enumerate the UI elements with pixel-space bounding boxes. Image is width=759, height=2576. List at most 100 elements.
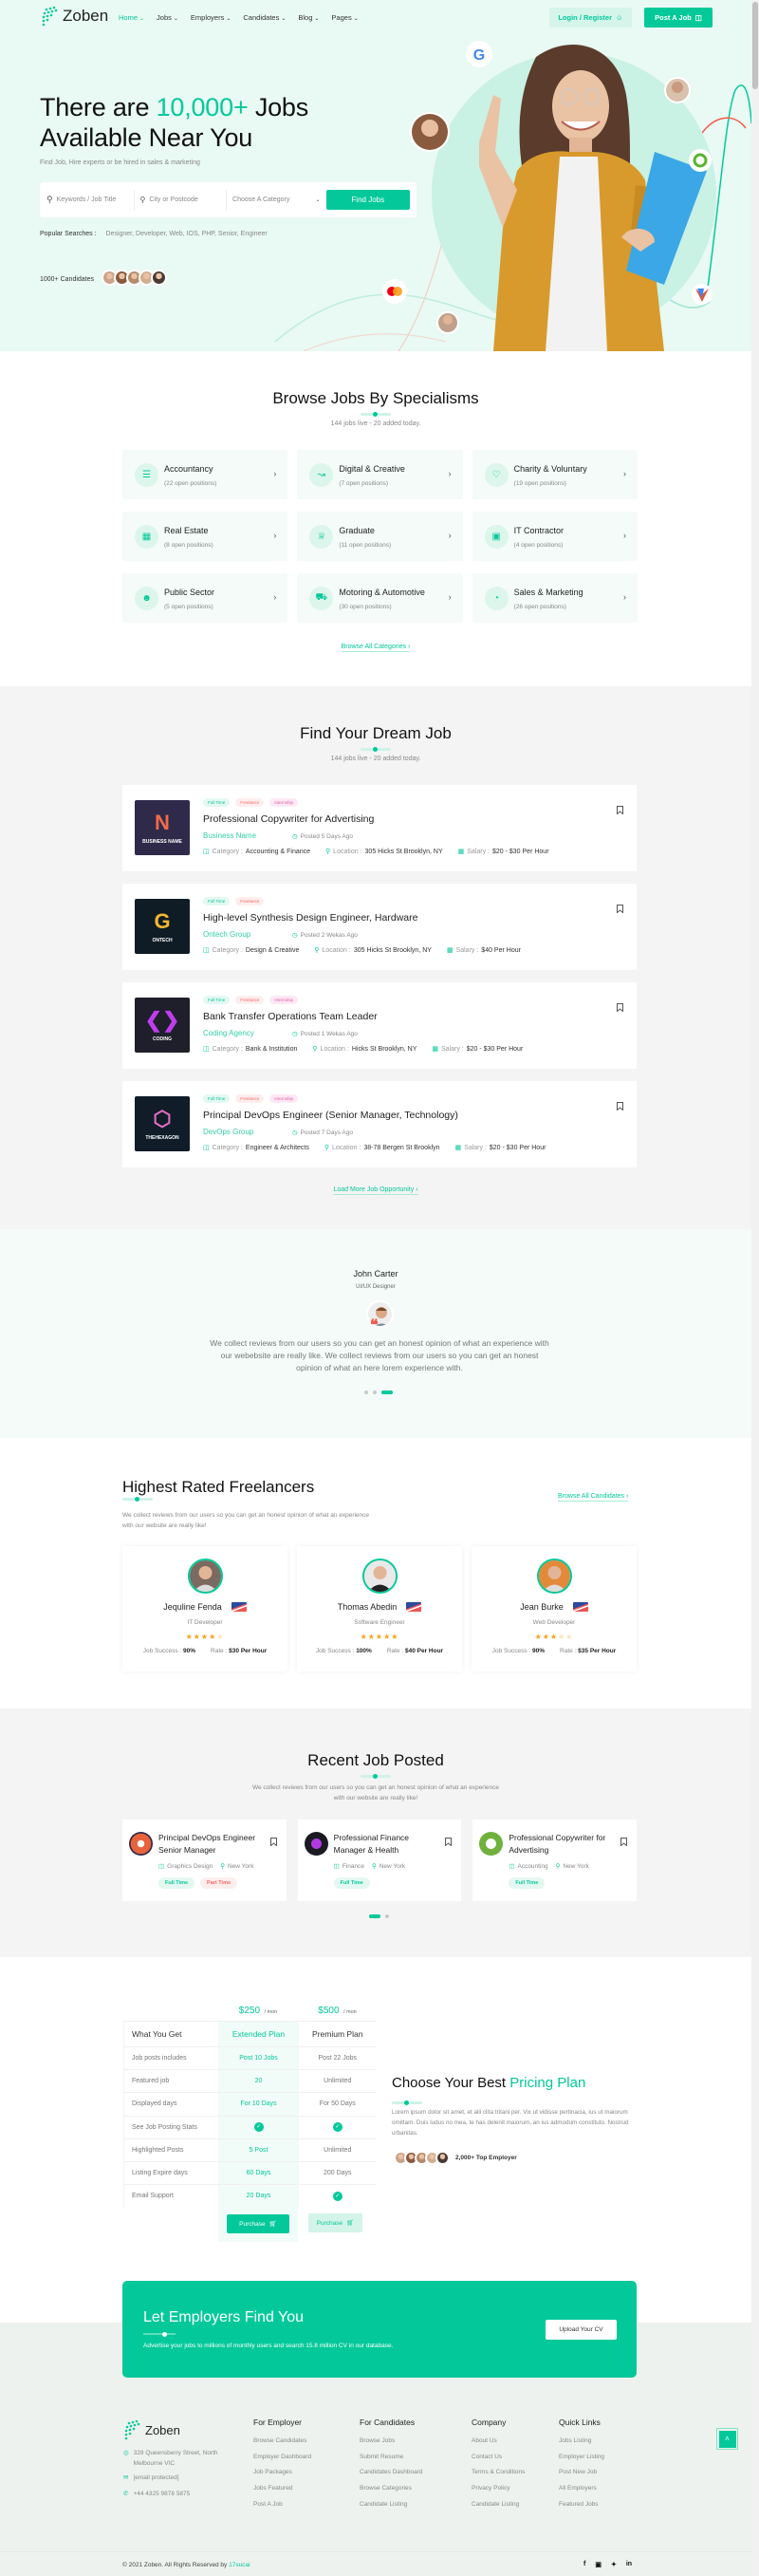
category-card[interactable]: ☰ Accountancy (22 open positions) › xyxy=(122,450,288,499)
city-input[interactable]: ⚲ City or Postcode xyxy=(135,189,228,211)
post-job-button[interactable]: Post A Job ◫ xyxy=(644,8,713,28)
footer-link[interactable]: Submit Resume xyxy=(360,2454,423,2470)
category-card[interactable]: ▣ IT Contractor (4 open positions) › xyxy=(472,512,638,561)
pagination-dot[interactable] xyxy=(385,1914,389,1918)
twitter-icon[interactable]: ✦ xyxy=(611,2561,617,2568)
footer-link[interactable]: Job Packages xyxy=(253,2469,311,2485)
footer-link[interactable]: Jobs Listing xyxy=(559,2437,604,2454)
facebook-icon[interactable]: f xyxy=(583,2561,585,2568)
nav-home[interactable]: Home ⌄ xyxy=(119,13,144,22)
freelancer-name[interactable]: Jean Burke xyxy=(520,1602,564,1612)
freelancer-name[interactable]: Jequline Fenda xyxy=(163,1602,222,1612)
nav-employers[interactable]: Employers ⌄ xyxy=(191,13,231,22)
location-value: New York xyxy=(563,1862,589,1870)
popular-searches: Popular Searches : Designer, Developer, … xyxy=(40,231,268,237)
category-card[interactable]: ♡ Charity & Voluntary (19 open positions) › xyxy=(472,450,638,499)
footer-link[interactable]: All Employers xyxy=(559,2485,604,2501)
job-card[interactable]: G ONTECH Full Time Freelance High-level Synt… xyxy=(122,884,637,970)
instagram-icon[interactable]: ▣ xyxy=(595,2561,602,2568)
job-title[interactable]: Professional Copywriter for Advertising xyxy=(509,1832,613,1856)
footer-link[interactable]: Candidate Listing xyxy=(472,2501,525,2517)
job-title[interactable]: Professional Copywriter for Advertising xyxy=(203,813,374,825)
job-title[interactable]: Professional Finance Manager & Health xyxy=(334,1832,438,1856)
category-card[interactable]: ♕ Graduate (11 open positions) › xyxy=(297,512,463,561)
footer-email[interactable]: ✉ [email protected] xyxy=(123,2473,179,2484)
job-title[interactable]: Bank Transfer Operations Team Leader xyxy=(203,1011,378,1022)
job-card[interactable]: N BUSINESS NAME Full Time Freelance Internsh… xyxy=(122,785,637,871)
footer-logo[interactable]: Zoben xyxy=(123,2419,180,2440)
footer-link[interactable]: Candidates Dashboard xyxy=(360,2469,423,2485)
footer-link[interactable]: Candidate Listing xyxy=(360,2501,423,2517)
copyright-link[interactable]: 17sucai xyxy=(229,2562,250,2568)
bookmark-icon[interactable] xyxy=(617,1098,623,1115)
footer-link[interactable]: About Us xyxy=(472,2437,525,2454)
recent-job-card[interactable]: Principal DevOps Engineer Senior Manager… xyxy=(122,1820,287,1901)
footer-link[interactable]: Post A Job xyxy=(253,2501,311,2517)
logo[interactable]: Zoben xyxy=(41,6,108,27)
category-card[interactable]: ☻ Public Sector (5 open positions) › xyxy=(122,573,288,623)
browse-all-candidates-link[interactable]: Browse All Candidates › xyxy=(558,1493,629,1502)
recent-job-card[interactable]: Professional Finance Manager & Health ◫ Fi… xyxy=(297,1820,462,1901)
footer-link[interactable]: Jobs Featured xyxy=(253,2485,311,2501)
footer-link[interactable]: Employer Dashboard xyxy=(253,2454,311,2470)
pagination-dot[interactable] xyxy=(373,1391,377,1394)
login-register-button[interactable]: Login / Register ☺ xyxy=(549,8,632,28)
footer-link[interactable]: Browse Jobs xyxy=(360,2437,423,2454)
nav-jobs[interactable]: Jobs ⌄ xyxy=(157,13,178,22)
category-select[interactable]: Choose A Category ⌄ xyxy=(227,190,325,211)
footer-link[interactable]: Terms & Conditions xyxy=(472,2469,525,2485)
freelancer-card[interactable]: Thomas Abedin Software Engineer ★★★★★ Job S… xyxy=(297,1546,462,1671)
footer-link[interactable]: Browse Candidates xyxy=(253,2437,311,2454)
popular-searches-terms[interactable]: Designer, Developer, Web, IOS, PHP, Seni… xyxy=(106,231,268,237)
job-card[interactable]: ❮❯ CODING Full Time Freelance Internship Bank… xyxy=(122,982,637,1069)
category-card[interactable]: ↝ Digital & Creative (7 open positions) › xyxy=(297,450,463,499)
bookmark-icon[interactable] xyxy=(617,999,623,1017)
footer-link[interactable]: Employer Listing xyxy=(559,2454,604,2470)
bookmark-icon[interactable] xyxy=(617,901,623,918)
freelancer-card[interactable]: Jequline Fenda IT Developer ★★★★★ Job Succe… xyxy=(122,1546,287,1671)
job-title[interactable]: High-level Synthesis Design Engineer, Ha… xyxy=(203,912,417,924)
pagination-dot[interactable] xyxy=(364,1391,368,1394)
nav-blog[interactable]: Blog ⌄ xyxy=(298,13,319,22)
category-card[interactable]: ▦ Real Estate (8 open positions) › xyxy=(122,512,288,561)
job-title[interactable]: Principal DevOps Engineer (Senior Manage… xyxy=(203,1110,458,1121)
job-title[interactable]: Principal DevOps Engineer Senior Manager xyxy=(158,1832,263,1856)
footer-link[interactable]: Browse Categories xyxy=(360,2485,423,2501)
nav-candidates[interactable]: Candidates ⌄ xyxy=(243,13,286,22)
footer-link[interactable]: Privacy Policy xyxy=(472,2485,525,2501)
footer-link[interactable]: Contact Us xyxy=(472,2454,525,2470)
company-name[interactable]: DevOps Group xyxy=(203,1128,253,1136)
pagination-dot[interactable] xyxy=(381,1391,393,1394)
footer-link[interactable]: Featured Jobs xyxy=(559,2501,604,2517)
browse-all-categories-link[interactable]: Browse All Categories › xyxy=(341,644,411,652)
company-name[interactable]: Business Name xyxy=(203,831,256,840)
freelancer-name[interactable]: Thomas Abedin xyxy=(338,1602,398,1612)
back-to-top-button[interactable]: ˄ xyxy=(716,2428,738,2450)
category-card[interactable]: ◔ Sales & Marketing (26 open positions) › xyxy=(472,573,638,623)
recent-job-card[interactable]: Professional Copywriter for Advertising ◫… xyxy=(472,1820,637,1901)
company-name[interactable]: Ontech Group xyxy=(203,930,250,939)
pagination-dot[interactable] xyxy=(369,1914,380,1918)
find-jobs-button[interactable]: Find Jobs xyxy=(325,190,410,210)
bookmark-icon[interactable] xyxy=(620,1834,627,1851)
purchase-premium-button[interactable]: Purchase 🛒︎ xyxy=(308,2213,362,2232)
scrollbar-thumb[interactable] xyxy=(752,2,758,89)
category-card[interactable]: ⛟ Motoring & Automotive (30 open positions… xyxy=(297,573,463,623)
job-card[interactable]: ⬡ THEHEXAGON Full Time Freelance Internship P… xyxy=(122,1081,637,1167)
job-location: ⚲ New York xyxy=(372,1862,405,1871)
footer-link[interactable]: Post New Job xyxy=(559,2469,604,2485)
hero-title-line2: Available Near You xyxy=(40,123,253,152)
job-category: ◫ Category : Engineer & Architects xyxy=(203,1144,309,1152)
keyword-input[interactable]: ⚲ Keywords / Job Title xyxy=(46,189,135,211)
freelancer-card[interactable]: Jean Burke Web Developer ★★★★★ Job Success … xyxy=(472,1546,637,1671)
load-more-jobs-link[interactable]: Load More Job Opportunity › xyxy=(333,1186,418,1195)
bookmark-icon[interactable] xyxy=(269,1834,277,1851)
purchase-extended-button[interactable]: Purchase 🛒︎ xyxy=(227,2214,289,2233)
upload-cv-button[interactable]: Upload Your CV xyxy=(546,2320,617,2340)
nav-pages[interactable]: Pages ⌄ xyxy=(331,13,358,22)
bookmark-icon[interactable] xyxy=(617,802,623,819)
company-name[interactable]: Coding Agency xyxy=(203,1029,254,1037)
page-scrollbar[interactable] xyxy=(751,0,759,2576)
bookmark-icon[interactable] xyxy=(445,1834,453,1851)
linkedin-icon[interactable]: in xyxy=(626,2561,632,2568)
